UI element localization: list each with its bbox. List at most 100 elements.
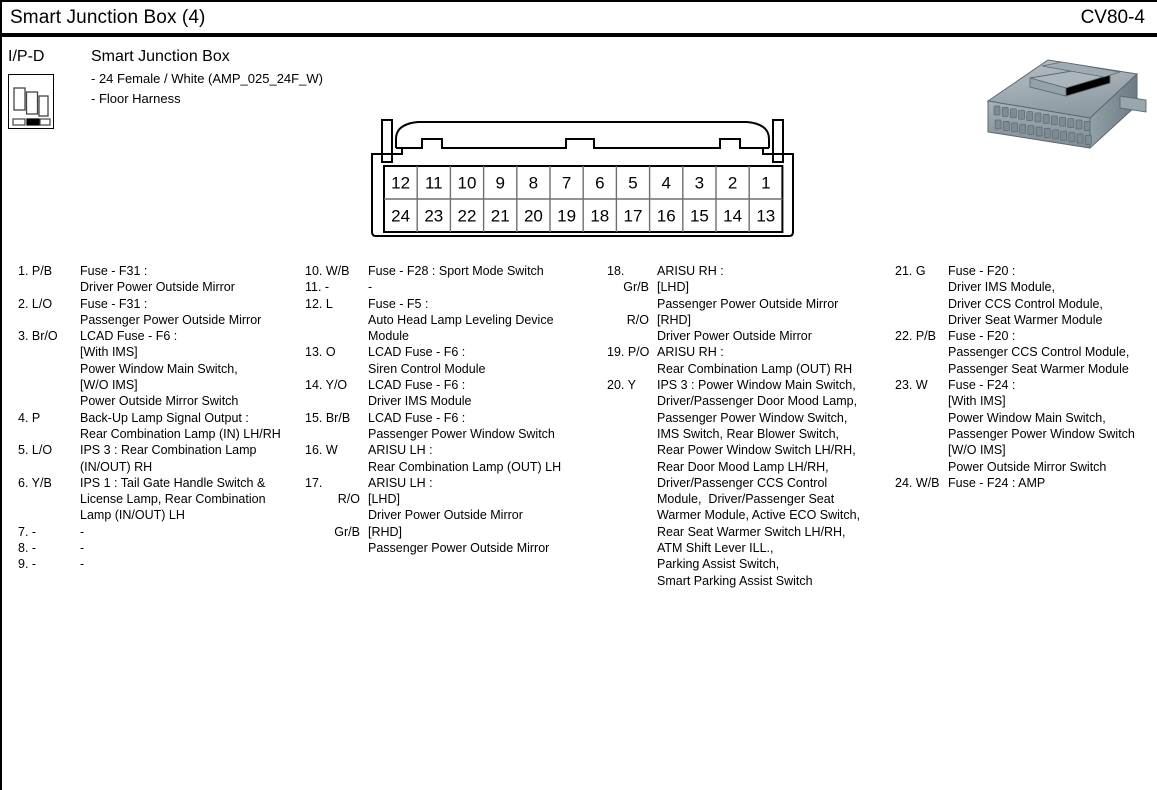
pin-number-and-wire-color: 5. L/O: [18, 443, 53, 458]
pin-entry: 14. Y/O LCAD Fuse - F6 : Driver IMS Modul…: [305, 377, 597, 410]
pin-description: Fuse - F20 : Passenger CCS Control Modul…: [948, 329, 1130, 376]
pin-description: Fuse - F5 : Auto Head Lamp Leveling Devi…: [368, 296, 554, 344]
location-label: I/P-D: [8, 48, 45, 65]
pin-entry: 9. - -: [18, 556, 300, 572]
connector-harness: - Floor Harness: [91, 91, 181, 106]
svg-text:1: 1: [761, 174, 770, 193]
pin-number-and-wire-color: 18.: [607, 264, 625, 278]
pin-description: -: [80, 524, 85, 539]
pin-entry: 18. ARISU RH :: [607, 263, 887, 279]
pin-entry: R/O [LHD] Driver Power Outside Mirror: [305, 491, 597, 524]
pin-number-and-wire-color: 17.: [305, 475, 323, 490]
pin-description: [RHD] Driver Power Outside Mirror: [657, 312, 812, 344]
pin-column-4: 21. G Fuse - F20 : Driver IMS Module, Dri…: [895, 263, 1150, 491]
pin-description: [LHD] Passenger Power Outside Mirror: [657, 280, 839, 311]
pin-entry: 17. ARISU LH :: [305, 475, 597, 491]
pin-number-and-wire-color: 19. P/O: [607, 345, 650, 360]
pin-number-and-wire-color: 24. W/B: [895, 475, 940, 490]
pin-number-and-wire-color: 10. W/B: [305, 264, 350, 278]
pin-description: Fuse - F31 : Driver Power Outside Mirror: [80, 264, 235, 295]
pin-description: IPS 1 : Tail Gate Handle Switch & Licens…: [80, 475, 266, 523]
pin-description: LCAD Fuse - F6 : [With IMS] Power Window…: [80, 329, 239, 409]
pin-number-and-wire-color: 3. Br/O: [18, 329, 58, 344]
pin-number-and-wire-color: 11. -: [305, 280, 330, 295]
pin-number-and-wire-color: 23. W: [895, 378, 928, 393]
pin-entry: 20. Y IPS 3 : Power Window Main Switch, D…: [607, 377, 887, 589]
pin-entry: 7. - -: [18, 524, 300, 540]
pin-description: LCAD Fuse - F6 : Passenger Power Window …: [368, 410, 555, 441]
pin-number-and-wire-color: 21. G: [895, 264, 926, 278]
pin-entry: 10. W/B Fuse - F28 : Sport Mode Switch: [305, 263, 597, 279]
pin-description: Back-Up Lamp Signal Output : Rear Combin…: [80, 410, 281, 441]
pin-number-and-wire-color: 7. -: [18, 524, 37, 539]
pin-number-and-wire-color: 22. P/B: [895, 329, 936, 344]
connector-spec: - 24 Female / White (AMP_025_24F_W): [91, 71, 323, 86]
pin-entry: 22. P/B Fuse - F20 : Passenger CCS Contro…: [895, 328, 1150, 377]
svg-text:22: 22: [458, 207, 477, 226]
pin-description: IPS 3 : Power Window Main Switch, Driver…: [657, 378, 861, 588]
pin-description: Fuse - F31 : Passenger Power Outside Mir…: [80, 296, 262, 327]
connector-pinout-diagram: 12 24 11 23 10 22 9 21 8 20 7 19 6 18 5 17 4 16 3 15 2 14 1 13: [370, 106, 795, 242]
svg-text:18: 18: [590, 207, 609, 226]
svg-text:6: 6: [595, 174, 604, 193]
pin-entry: Gr/B [RHD] Passenger Power Outside Mirror: [305, 524, 597, 557]
pin-number-and-wire-color: R/O: [337, 492, 360, 507]
pin-number-and-wire-color: Gr/B: [334, 524, 360, 539]
pin-entry: 23. W Fuse - F24 : [With IMS] Power Windo…: [895, 377, 1150, 475]
pin-entry: 19. P/O ARISU RH : Rear Combination Lamp …: [607, 344, 887, 377]
pin-entry: 12. L Fuse - F5 : Auto Head Lamp Leveling…: [305, 296, 597, 345]
pin-description: ARISU LH :: [368, 475, 433, 490]
pin-description: Fuse - F28 : Sport Mode Switch: [368, 264, 544, 278]
pin-entry: 13. O LCAD Fuse - F6 : Siren Control Modu…: [305, 344, 597, 377]
pin-number-and-wire-color: 9. -: [18, 557, 37, 572]
pin-entry: 3. Br/O LCAD Fuse - F6 : [With IMS] Power…: [18, 328, 300, 409]
pin-description: ARISU RH : Rear Combination Lamp (OUT) R…: [657, 345, 853, 376]
svg-text:24: 24: [391, 207, 410, 226]
pin-entry: 24. W/B Fuse - F24 : AMP: [895, 475, 1150, 491]
document-page: Smart Junction Box (4) CV80-4 I/P-D Smar…: [0, 0, 1157, 790]
pin-number-and-wire-color: 2. L/O: [18, 296, 53, 311]
svg-text:20: 20: [524, 207, 543, 226]
svg-text:7: 7: [562, 174, 571, 193]
pin-description: -: [80, 557, 85, 572]
svg-text:13: 13: [756, 207, 775, 226]
pin-description: LCAD Fuse - F6 : Siren Control Module: [368, 345, 486, 376]
svg-text:11: 11: [425, 174, 443, 193]
pin-entry: 1. P/B Fuse - F31 : Driver Power Outside …: [18, 263, 300, 296]
svg-text:21: 21: [491, 207, 510, 226]
pin-entry: Gr/B [LHD] Passenger Power Outside Mirror: [607, 279, 887, 312]
svg-text:9: 9: [495, 174, 504, 193]
svg-text:17: 17: [624, 207, 643, 226]
pin-description: ARISU RH :: [657, 264, 724, 278]
pin-entry: 4. P Back-Up Lamp Signal Output : Rear Co…: [18, 410, 300, 443]
pin-number-and-wire-color: 20. Y: [607, 378, 636, 393]
svg-text:14: 14: [723, 207, 742, 226]
pin-description: [RHD] Passenger Power Outside Mirror: [368, 524, 550, 556]
location-diagram-icon: [8, 74, 54, 129]
svg-text:15: 15: [690, 207, 709, 226]
pin-description: -: [80, 541, 85, 556]
svg-text:16: 16: [657, 207, 676, 226]
pin-number-and-wire-color: 14. Y/O: [305, 378, 348, 393]
svg-text:12: 12: [391, 174, 410, 193]
svg-text:10: 10: [458, 174, 477, 193]
pin-description: ARISU LH : Rear Combination Lamp (OUT) L…: [368, 443, 562, 474]
pin-number-and-wire-color: 16. W: [305, 443, 338, 458]
pin-description: -: [368, 280, 373, 295]
pin-number-and-wire-color: 15. Br/B: [305, 410, 351, 425]
pin-number-and-wire-color: 13. O: [305, 345, 336, 360]
pin-number-and-wire-color: 6. Y/B: [18, 475, 52, 490]
pin-number-and-wire-color: Gr/B: [623, 280, 649, 295]
pin-entry: 11. - -: [305, 279, 597, 295]
pin-description: Fuse - F24 : AMP: [948, 475, 1046, 490]
page-border-left: [0, 0, 2, 790]
pin-entry: 16. W ARISU LH : Rear Combination Lamp (O…: [305, 442, 597, 475]
header-divider: [0, 33, 1157, 37]
pin-description: [LHD] Driver Power Outside Mirror: [368, 492, 523, 523]
pin-entry: 6. Y/B IPS 1 : Tail Gate Handle Switch & …: [18, 475, 300, 524]
pin-column-1: 1. P/B Fuse - F31 : Driver Power Outside …: [18, 263, 300, 573]
svg-text:2: 2: [728, 174, 737, 193]
pin-entry: 8. - -: [18, 540, 300, 556]
pin-number-and-wire-color: 12. L: [305, 296, 333, 311]
svg-text:3: 3: [695, 174, 704, 193]
